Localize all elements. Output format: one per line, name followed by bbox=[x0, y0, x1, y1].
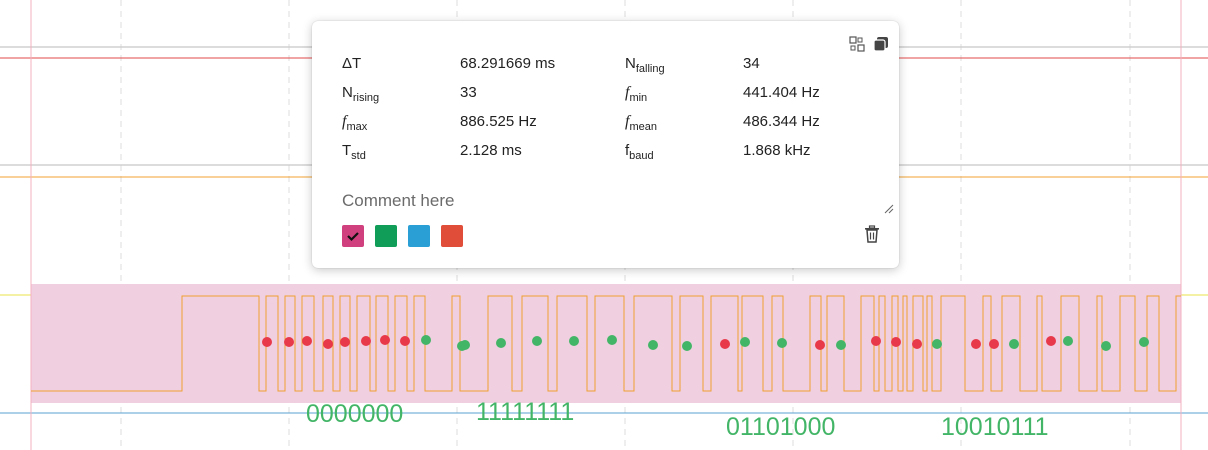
edge-marker-green bbox=[569, 336, 579, 346]
decoded-byte-2: 11111111 bbox=[476, 398, 575, 426]
metric-value: 2.128 ms bbox=[460, 142, 522, 159]
metric-label: Nrising bbox=[342, 84, 380, 104]
metric-value: 441.404 Hz bbox=[743, 84, 820, 101]
edge-marker-green bbox=[836, 340, 846, 350]
edge-marker-green bbox=[777, 338, 787, 348]
metric-label: fbaud bbox=[625, 142, 654, 162]
edge-marker-red bbox=[871, 336, 881, 346]
metric-label: fmean bbox=[625, 113, 657, 133]
edge-marker-red bbox=[302, 336, 312, 346]
color-swatch-magenta[interactable] bbox=[342, 225, 364, 247]
edge-marker-red bbox=[989, 339, 999, 349]
edge-marker-green bbox=[648, 340, 658, 350]
edge-marker-red bbox=[891, 337, 901, 347]
edge-marker-red bbox=[720, 339, 730, 349]
color-swatch-red[interactable] bbox=[441, 225, 463, 247]
decoded-byte-4: 10010111 bbox=[941, 413, 1049, 441]
metric-value: 34 bbox=[743, 55, 760, 72]
decoded-byte-3: 01101000 bbox=[726, 413, 836, 441]
edge-marker-red bbox=[400, 336, 410, 346]
trash-icon[interactable] bbox=[864, 225, 880, 248]
metric-label: fmax bbox=[342, 113, 368, 133]
edge-marker-red bbox=[912, 339, 922, 349]
edge-marker-green bbox=[740, 337, 750, 347]
metric-value: 68.291669 ms bbox=[460, 55, 556, 72]
edge-marker-green bbox=[932, 339, 942, 349]
edge-marker-red bbox=[380, 335, 390, 345]
metric-value: 486.344 Hz bbox=[743, 113, 820, 130]
edge-marker-green bbox=[421, 335, 431, 345]
metric-value: 1.868 kHz bbox=[743, 142, 811, 159]
edge-marker-red bbox=[284, 337, 294, 347]
color-swatch-blue[interactable] bbox=[408, 225, 430, 247]
metric-label: ΔT bbox=[342, 55, 362, 72]
metric-label: Tstd bbox=[342, 142, 366, 162]
comment-input[interactable] bbox=[342, 191, 862, 211]
metric-value: 886.525 Hz bbox=[460, 113, 537, 130]
edge-marker-green bbox=[1063, 336, 1073, 346]
edge-marker-green bbox=[532, 336, 542, 346]
copy-icon[interactable] bbox=[873, 36, 889, 57]
edge-marker-green bbox=[1101, 341, 1111, 351]
edge-marker-green bbox=[460, 340, 470, 350]
edge-marker-green bbox=[496, 338, 506, 348]
edge-marker-red bbox=[361, 336, 371, 346]
edge-marker-green bbox=[1139, 337, 1149, 347]
edge-marker-red bbox=[971, 339, 981, 349]
edge-marker-red bbox=[1046, 336, 1056, 346]
resize-handle-icon[interactable] bbox=[884, 201, 894, 219]
shrink-view-icon[interactable] bbox=[849, 36, 865, 57]
checkmark-icon bbox=[347, 232, 359, 242]
edge-marker-red bbox=[323, 339, 333, 349]
decoded-byte-1: 0000000 bbox=[306, 400, 404, 428]
edge-marker-red bbox=[815, 340, 825, 350]
metric-label: fmin bbox=[625, 84, 648, 104]
color-swatch-green[interactable] bbox=[375, 225, 397, 247]
metric-value: 33 bbox=[460, 84, 477, 101]
edge-marker-red bbox=[262, 337, 272, 347]
edge-marker-red bbox=[340, 337, 350, 347]
measurement-selection[interactable] bbox=[31, 284, 1181, 403]
metric-label: Nfalling bbox=[625, 55, 665, 75]
edge-marker-green bbox=[1009, 339, 1019, 349]
edge-marker-green bbox=[607, 335, 617, 345]
measurement-popup: ΔT 68.291669 ms Nfalling 34 Nrising 33 fmin 441… bbox=[312, 21, 899, 268]
edge-marker-green bbox=[682, 341, 692, 351]
